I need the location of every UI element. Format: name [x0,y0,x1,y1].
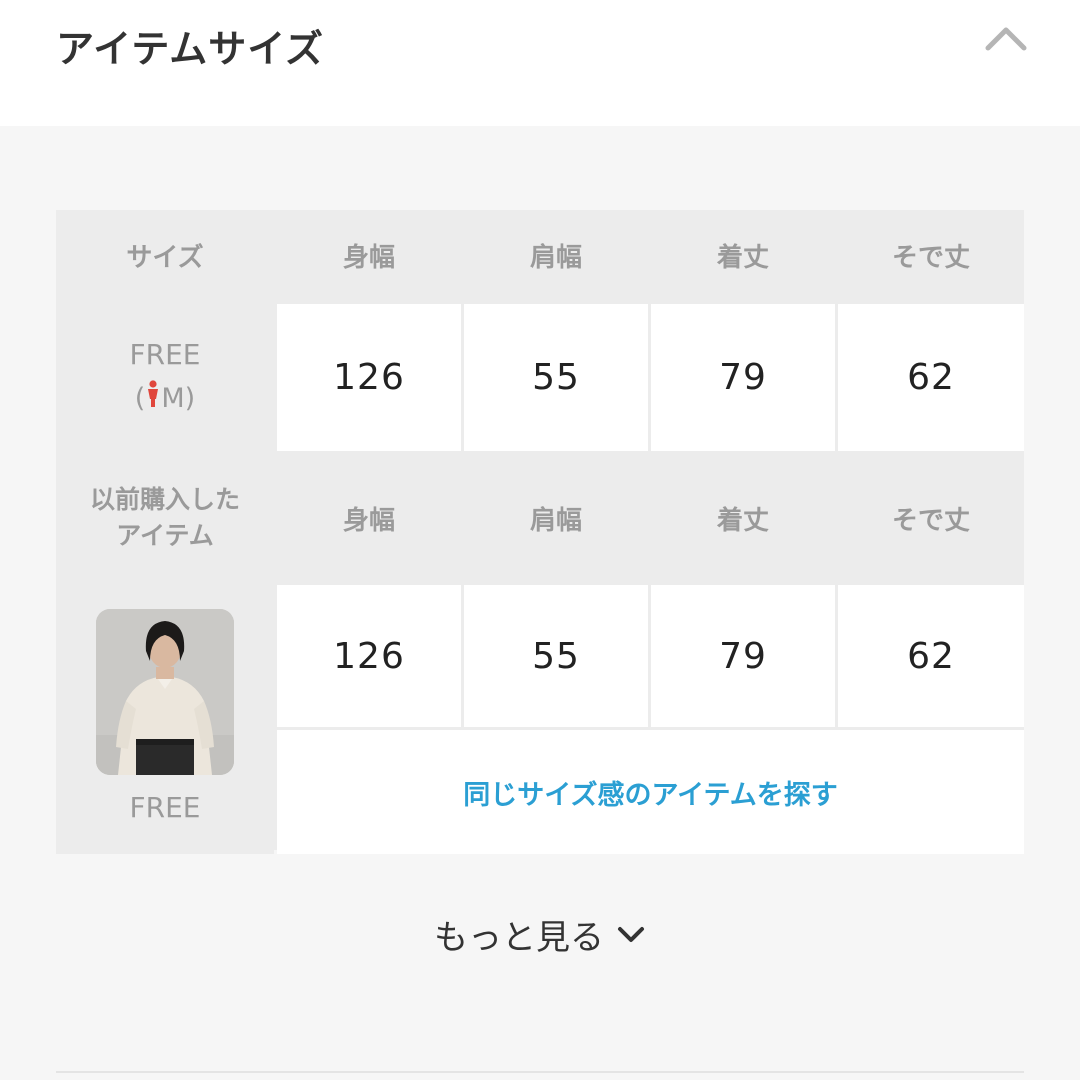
value-shoulder-width: 55 [464,304,648,451]
prev-header-sleeve-length: そで丈 [838,454,1024,582]
collapse-button[interactable] [978,16,1034,64]
previous-item-label-line2: アイテム [116,521,214,550]
model-size-open: ( [134,383,146,415]
size-label: FREE [129,338,201,372]
previous-item-label-line1: 以前購入した [89,485,240,514]
value-body-width: 126 [277,304,461,451]
value-length: 79 [651,304,835,451]
prev-value-length: 79 [651,585,835,727]
header-size: サイズ [56,210,274,301]
prev-value-shoulder-width: 55 [464,585,648,727]
prev-value-sleeve-length: 62 [838,585,1024,727]
size-table: サイズ 身幅 肩幅 着丈 そで丈 FREE ( M) 126 55 79 62 以… [56,210,1024,854]
header-body-width: 身幅 [277,210,461,301]
divider [56,1071,1024,1073]
model-size-indicator: ( M) [135,377,195,422]
header-sleeve-length: そで丈 [838,210,1024,301]
find-similar-size-link[interactable]: 同じサイズ感のアイテムを探す [277,730,1024,854]
show-more-button[interactable]: もっと見る [0,906,1080,962]
chevron-up-icon [985,27,1027,51]
size-label-cell: FREE ( M) [56,304,274,451]
previous-item-size: FREE [129,791,201,824]
previous-item-cell: FREE [56,585,274,854]
model-size-close: ) [184,383,196,415]
model-size-value: M [161,383,185,415]
prev-header-body-width: 身幅 [277,454,461,582]
person-icon [145,378,161,422]
show-more-label: もっと見る [434,917,604,958]
chevron-down-icon [618,927,644,942]
header-length: 着丈 [651,210,835,301]
value-sleeve-length: 62 [838,304,1024,451]
header-shoulder-width: 肩幅 [464,210,648,301]
prev-value-body-width: 126 [277,585,461,727]
section-header: アイテムサイズ [0,0,1080,126]
prev-header-length: 着丈 [651,454,835,582]
previous-item-label: 以前購入した アイテム [56,454,274,582]
section-title: アイテムサイズ [56,27,325,71]
previous-item-photo[interactable] [96,609,234,775]
prev-header-shoulder-width: 肩幅 [464,454,648,582]
